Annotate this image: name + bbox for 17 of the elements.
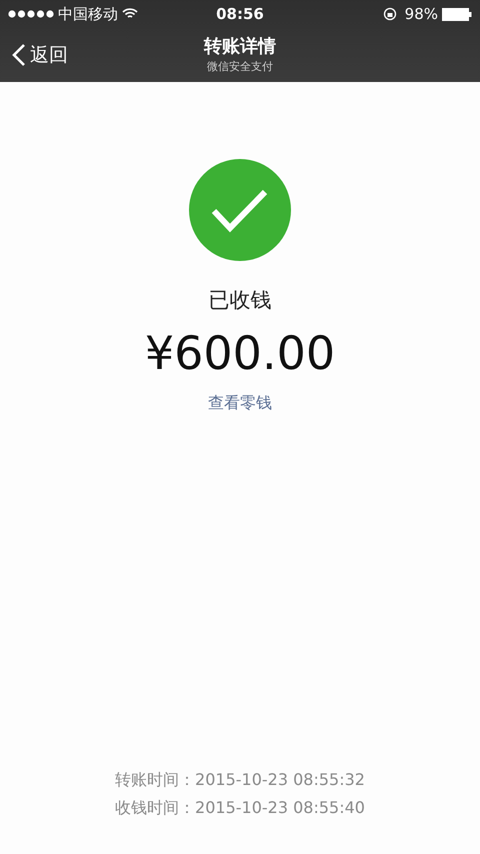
carrier-name: 中国移动: [58, 4, 118, 25]
wifi-icon: [122, 8, 138, 20]
check-circle-icon: [189, 159, 291, 261]
time-record: 收钱时间：2015-10-23 08:55:40: [115, 797, 365, 819]
chevron-left-icon: [12, 43, 26, 67]
page-title: 转账详情: [204, 35, 276, 59]
back-button[interactable]: 返回: [0, 40, 68, 70]
signal-icon: [8, 10, 54, 18]
status-text: 已收钱: [208, 287, 272, 314]
clock: 08:56: [216, 4, 264, 25]
battery-percent: 98%: [404, 4, 438, 25]
battery-icon: [442, 8, 472, 20]
rotation-lock-icon: [382, 7, 397, 21]
amount: ¥600.00: [144, 324, 336, 380]
time-record: 转账时间：2015-10-23 08:55:32: [115, 769, 365, 791]
page-subtitle: 微信安全支付: [207, 59, 273, 75]
view-change-link[interactable]: 查看零钱: [208, 390, 272, 414]
